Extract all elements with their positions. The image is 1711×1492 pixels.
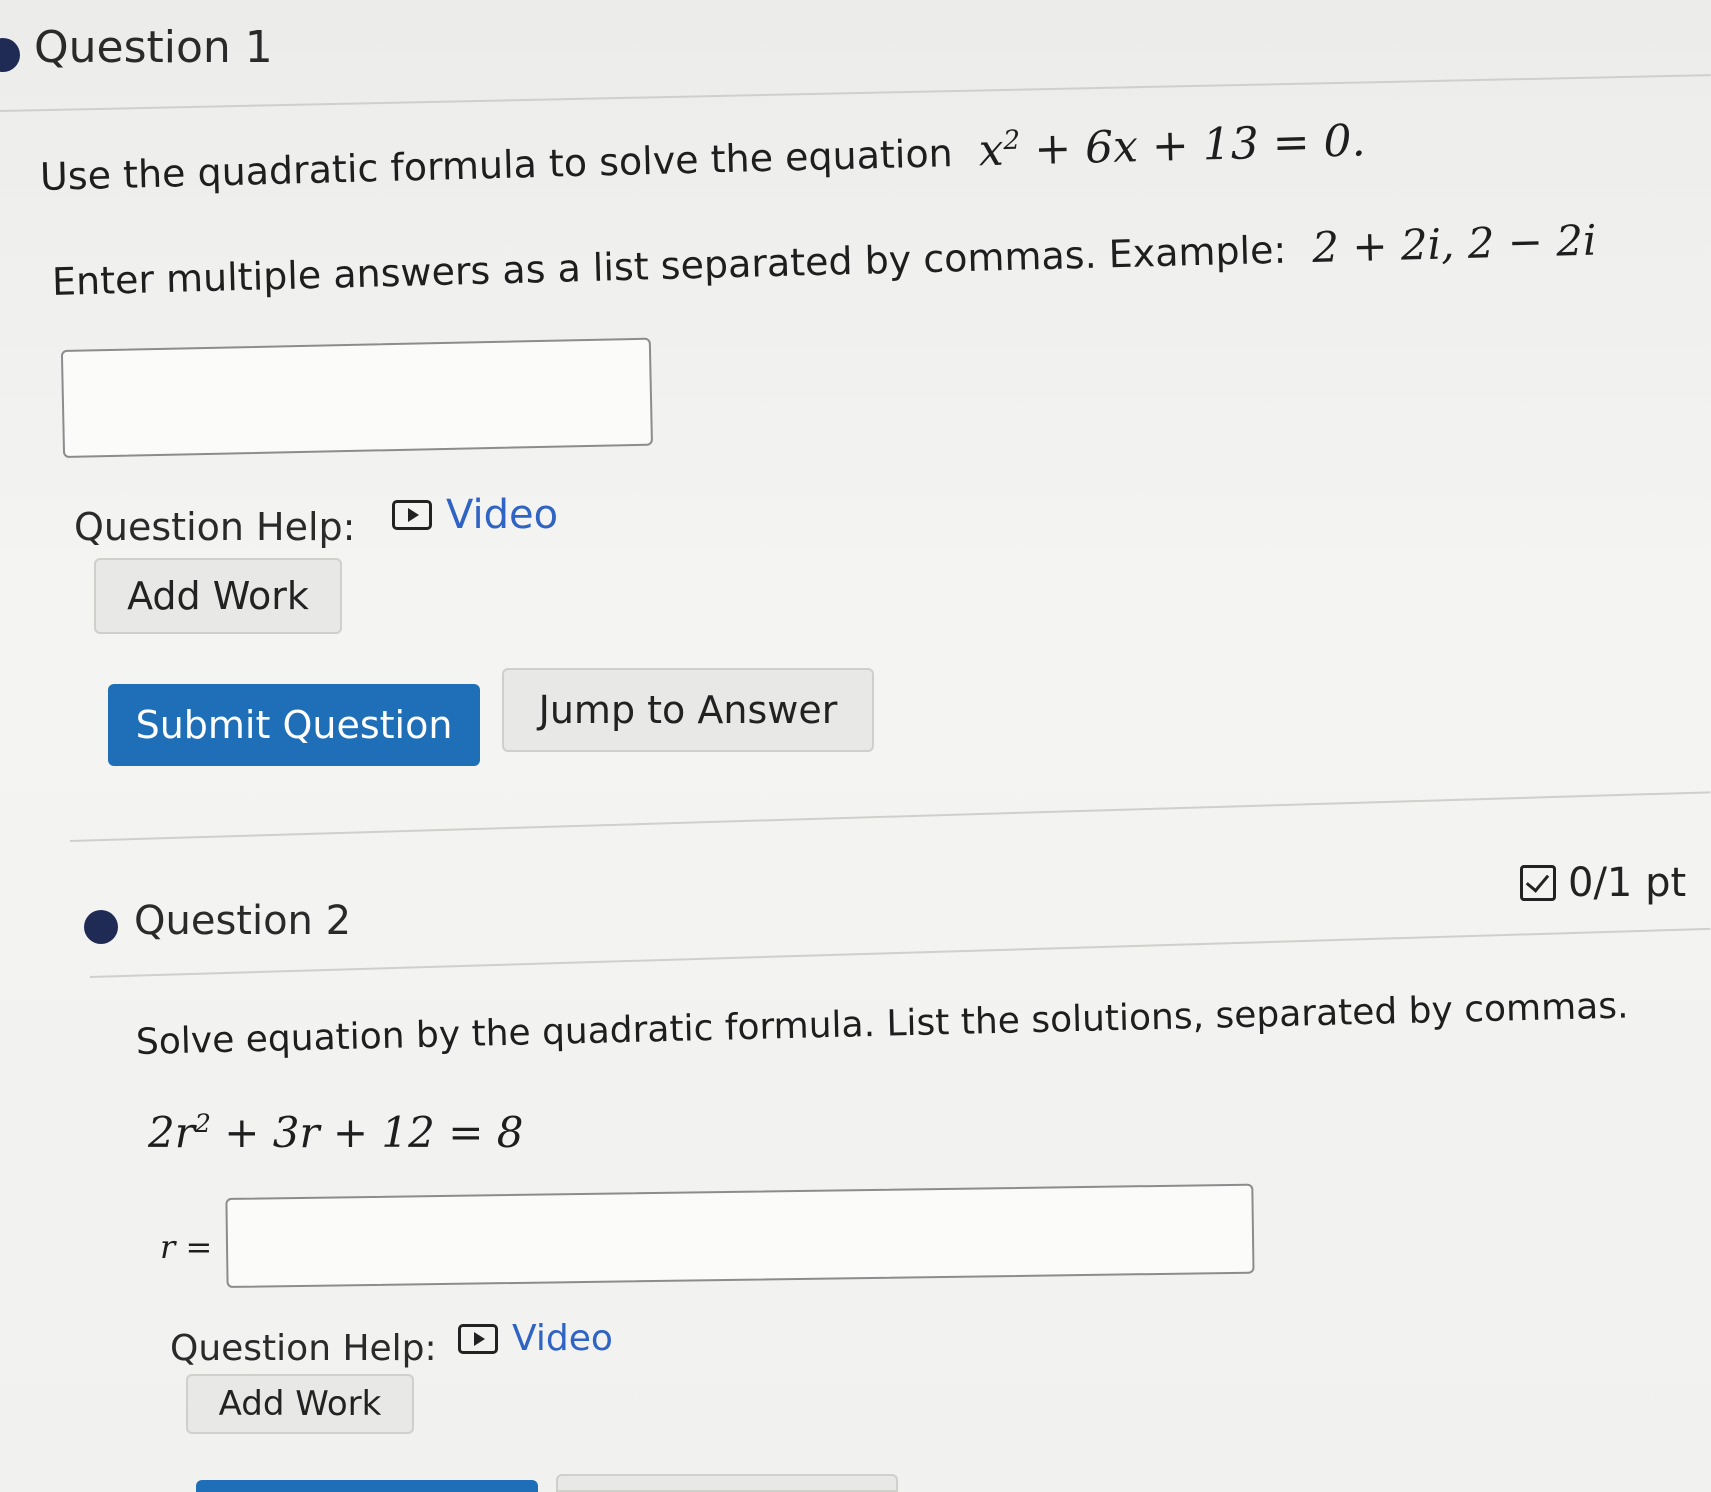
question1-help-label: Question Help: — [74, 505, 356, 549]
question1-multi-answer-text: Enter multiple answers as a list separat… — [51, 227, 1287, 304]
question2-help-label: Question Help: — [170, 1328, 437, 1369]
question2-title: Question 2 — [134, 898, 352, 944]
question1-add-work-button[interactable]: Add Work — [94, 558, 342, 634]
question2-equation-base: 2r — [148, 1108, 195, 1157]
play-video-icon — [392, 500, 432, 530]
question2-score: 0/1 pt — [1520, 860, 1686, 906]
question2-equation-rest: + 3r + 12 = 8 — [210, 1108, 524, 1157]
score-check-icon — [1520, 865, 1556, 901]
question2-score-text: 0/1 pt — [1568, 860, 1687, 906]
question1-equation-exponent: 2 — [1002, 124, 1021, 157]
question2-equation-exponent: 2 — [194, 1109, 211, 1138]
question2-video-label: Video — [512, 1318, 613, 1359]
question1-multi-answer-instruction: Enter multiple answers as a list separat… — [51, 216, 1597, 305]
question2-instruction: Solve equation by the quadratic formula.… — [135, 985, 1629, 1063]
question1-video-label: Video — [446, 492, 559, 538]
question2-add-work-button[interactable]: Add Work — [186, 1374, 414, 1434]
question1-example: 2 + 2i, 2 − 2i — [1311, 215, 1598, 272]
question1-title: Question 1 — [34, 22, 273, 73]
section-divider — [69, 791, 1711, 842]
question2-answer-input[interactable] — [225, 1183, 1255, 1288]
page: Question 1 Use the quadratic formula to … — [0, 0, 1711, 1492]
question1-video-link[interactable]: Video — [392, 492, 558, 538]
play-video-icon — [458, 1323, 498, 1354]
submit-question-button[interactable]: Submit Question — [108, 684, 480, 766]
question2-submit-button-partial[interactable] — [196, 1480, 538, 1492]
question1-instruction: Use the quadratic formula to solve the e… — [39, 115, 1366, 201]
question2-video-link[interactable]: Video — [458, 1318, 613, 1359]
question1-instruction-text: Use the quadratic formula to solve the e… — [39, 131, 954, 199]
question1-divider — [0, 74, 1711, 112]
jump-to-answer-button[interactable]: Jump to Answer — [502, 668, 874, 752]
question1-equation-rest: + 6x + 13 = 0. — [1019, 115, 1367, 176]
question1-equation: x2 + 6x + 13 = 0. — [978, 115, 1366, 176]
question2-answer-prefix: r = — [160, 1228, 213, 1266]
question2-bullet — [84, 910, 118, 944]
question2-jump-button-partial[interactable] — [556, 1474, 898, 1492]
question1-equation-base: x — [978, 124, 1005, 177]
question1-answer-input[interactable] — [60, 337, 654, 458]
question2-equation: 2r2 + 3r + 12 = 8 — [148, 1108, 524, 1157]
question1-bullet — [0, 38, 20, 72]
